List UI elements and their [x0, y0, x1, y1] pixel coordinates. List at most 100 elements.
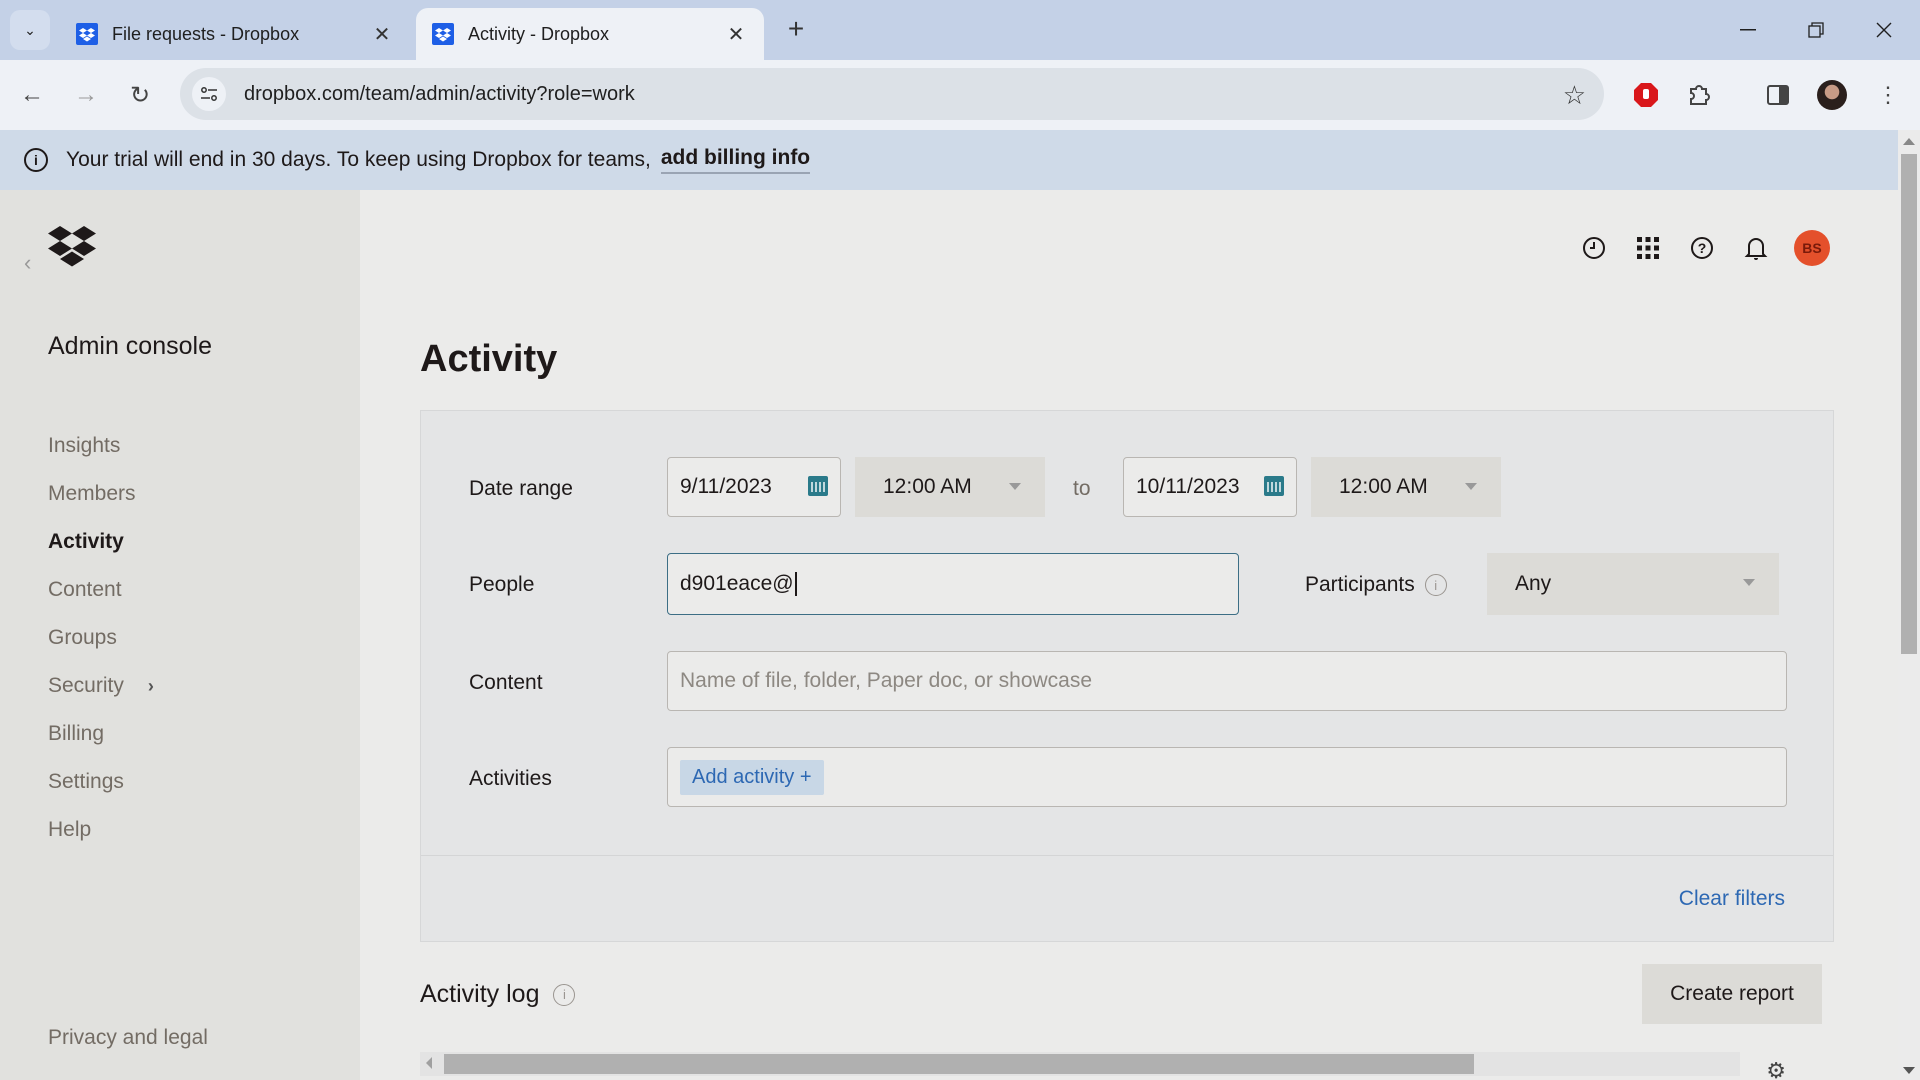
tab-title: Activity - Dropbox — [468, 23, 610, 44]
start-date-input[interactable]: 9/11/2023 — [667, 457, 841, 517]
trial-banner: i Your trial will end in 30 days. To kee… — [0, 130, 1898, 190]
activity-log-heading: Activity log i — [420, 980, 576, 1009]
end-time-value: 12:00 AM — [1339, 475, 1428, 498]
to-label: to — [1073, 477, 1091, 500]
page-title: Activity — [420, 338, 558, 380]
profile-picture-icon — [1817, 80, 1847, 110]
restore-window-button[interactable] — [1796, 12, 1836, 48]
scroll-left-arrow-icon[interactable] — [426, 1057, 432, 1069]
activity-log-title: Activity log — [420, 980, 540, 1008]
dropbox-favicon-icon — [76, 23, 98, 45]
calendar-icon[interactable] — [1264, 476, 1284, 496]
minimize-window-button[interactable] — [1728, 12, 1768, 48]
admin-sidebar: ‹ Admin console Insights Members Activit… — [0, 190, 360, 1080]
sidebar-item-label: Security — [48, 674, 124, 697]
sidebar-item-label: Billing — [48, 722, 105, 745]
tab-search-button[interactable]: ⌄ — [10, 10, 50, 50]
browser-tab-file-requests[interactable]: File requests - Dropbox ✕ — [60, 8, 410, 60]
extensions-puzzle-icon[interactable] — [1683, 79, 1715, 111]
browser-menu-button[interactable]: ⋮ — [1872, 79, 1904, 111]
caret-down-icon — [1465, 483, 1477, 490]
close-tab-icon[interactable]: ✕ — [370, 22, 394, 47]
vertical-scrollbar[interactable] — [1898, 130, 1920, 1080]
tab-title: File requests - Dropbox — [112, 23, 300, 44]
privacy-and-legal-link[interactable]: Privacy and legal — [48, 1026, 208, 1050]
horizontal-scrollbar-thumb[interactable] — [444, 1054, 1474, 1074]
content-placeholder: Name of file, folder, Paper doc, or show… — [680, 669, 1093, 692]
new-tab-button[interactable]: + — [780, 14, 812, 46]
arrow-right-icon: → — [74, 81, 98, 108]
close-window-button[interactable] — [1864, 12, 1904, 48]
end-date-input[interactable]: 10/11/2023 — [1123, 457, 1297, 517]
close-tab-icon[interactable]: ✕ — [724, 22, 748, 47]
sidebar-item-help[interactable]: Help — [48, 806, 154, 854]
caret-down-icon — [1009, 483, 1021, 490]
sidebar-nav: Insights Members Activity Content Groups… — [48, 422, 154, 854]
chevron-right-icon: › — [147, 675, 154, 696]
create-report-button[interactable]: Create report — [1642, 964, 1822, 1024]
profile-avatar[interactable] — [1816, 79, 1848, 111]
dropbox-logo-icon[interactable] — [48, 226, 96, 268]
arrow-left-icon: ← — [20, 81, 44, 108]
sidebar-item-groups[interactable]: Groups — [48, 614, 154, 662]
reload-icon: ↻ — [129, 81, 151, 109]
reload-button[interactable]: ↻ — [122, 77, 158, 113]
sidebar-item-members[interactable]: Members — [48, 470, 154, 518]
add-activity-button[interactable]: Add activity + — [680, 759, 824, 795]
sidebar-item-label: Content — [48, 578, 122, 601]
text-cursor — [794, 572, 797, 596]
forward-button[interactable]: → — [68, 77, 104, 113]
sidebar-item-content[interactable]: Content — [48, 566, 154, 614]
chevron-down-icon: ⌄ — [24, 21, 36, 38]
calendar-icon[interactable] — [808, 476, 828, 496]
sidebar-item-label: Groups — [48, 626, 117, 649]
chevron-left-icon[interactable]: ‹ — [24, 250, 31, 276]
activities-input[interactable]: Add activity + — [667, 747, 1787, 807]
filters-divider — [421, 855, 1833, 856]
sidebar-item-label: Insights — [48, 434, 121, 457]
scroll-down-arrow-icon[interactable] — [1903, 1067, 1915, 1074]
help-icon[interactable]: ? — [1686, 232, 1718, 264]
address-bar[interactable]: dropbox.com/team/admin/activity?role=wor… — [180, 68, 1604, 120]
participants-select[interactable]: Any — [1487, 553, 1779, 615]
info-icon[interactable]: i — [553, 983, 576, 1006]
content-search-input[interactable]: Name of file, folder, Paper doc, or show… — [667, 651, 1787, 711]
sidebar-item-label: Help — [48, 818, 92, 841]
sidebar-item-insights[interactable]: Insights — [48, 422, 154, 470]
start-time-select[interactable]: 12:00 AM — [855, 457, 1045, 517]
header-icons: ? BS — [1578, 230, 1830, 266]
scroll-up-arrow-icon[interactable] — [1903, 138, 1915, 145]
start-time-value: 12:00 AM — [883, 475, 972, 498]
caret-down-icon — [1743, 579, 1755, 586]
side-panel-icon[interactable] — [1762, 79, 1794, 111]
activity-clock-icon[interactable] — [1578, 232, 1610, 264]
sidebar-item-settings[interactable]: Settings — [48, 758, 154, 806]
sidebar-item-security[interactable]: Security › — [48, 662, 154, 710]
main-content: ? BS Activity Date range 9/11/2023 12:00… — [360, 190, 1898, 1080]
browser-toolbar: ← → ↻ dropbox.com/team/admin/activity?ro… — [0, 60, 1920, 130]
notifications-bell-icon[interactable] — [1740, 232, 1772, 264]
end-time-select[interactable]: 12:00 AM — [1311, 457, 1501, 517]
add-billing-info-link[interactable]: add billing info — [660, 146, 811, 174]
back-button[interactable]: ← — [14, 77, 50, 113]
clear-filters-link[interactable]: Clear filters — [1679, 887, 1785, 911]
user-avatar[interactable]: BS — [1794, 230, 1830, 266]
vertical-scrollbar-thumb[interactable] — [1901, 154, 1917, 654]
date-range-label: Date range — [469, 477, 573, 500]
more-vertical-icon: ⋮ — [1877, 82, 1899, 107]
url-text: dropbox.com/team/admin/activity?role=wor… — [244, 82, 635, 105]
adblock-extension-icon[interactable] — [1630, 79, 1662, 111]
activities-label: Activities — [469, 767, 552, 790]
site-settings-icon[interactable] — [192, 77, 226, 111]
info-icon[interactable]: i — [1424, 574, 1447, 597]
sidebar-item-activity[interactable]: Activity — [48, 518, 154, 566]
people-input[interactable]: d901eace@ — [667, 553, 1239, 615]
browser-tab-activity[interactable]: Activity - Dropbox ✕ — [416, 8, 764, 60]
sidebar-item-billing[interactable]: Billing — [48, 710, 154, 758]
horizontal-scrollbar[interactable] — [420, 1052, 1740, 1076]
bookmark-star-icon[interactable]: ☆ — [1563, 80, 1586, 111]
gear-icon[interactable]: ⚙ — [1766, 1058, 1786, 1080]
app-grid-icon[interactable] — [1632, 232, 1664, 264]
close-icon — [1876, 22, 1892, 38]
end-date-value: 10/11/2023 — [1136, 475, 1240, 498]
